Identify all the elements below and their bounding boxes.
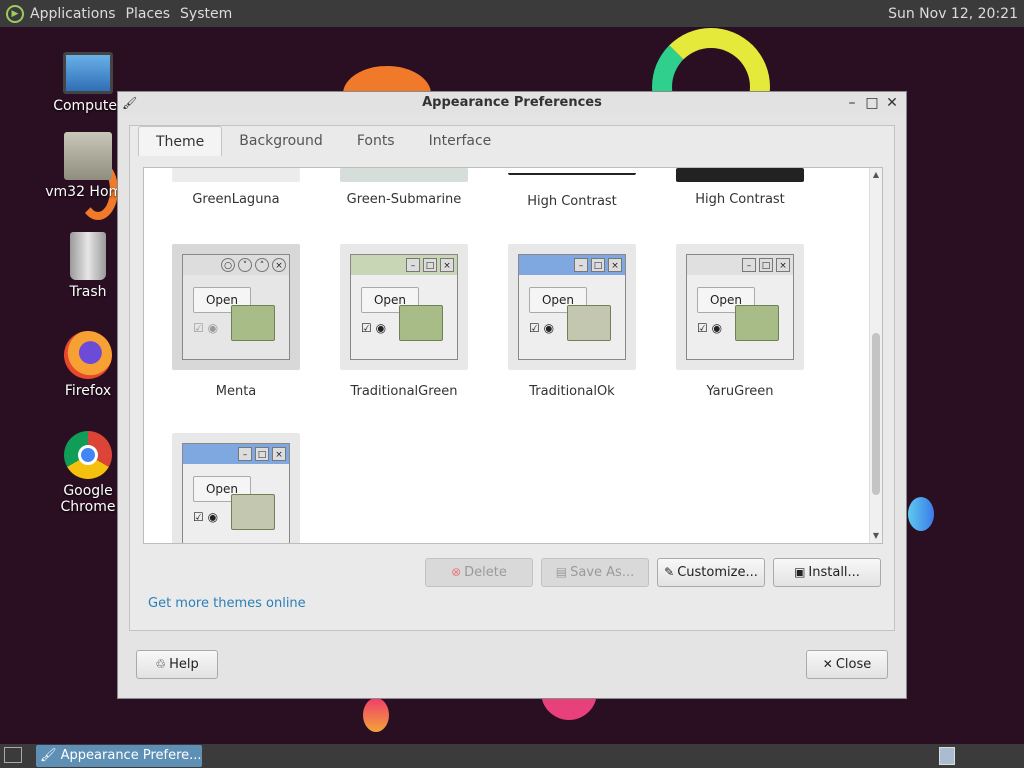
- checkbox-radio-icon: ☑ ◉: [361, 321, 387, 335]
- theme-item-high-contrast[interactable]: High Contrast: [492, 168, 652, 209]
- tab-content: Theme Background Fonts Interface GreenLa…: [129, 125, 895, 631]
- theme-thumbnail: – □ × Open ☑ ◉: [676, 244, 804, 370]
- theme-preview: – □ × Open ☑ ◉: [518, 254, 626, 360]
- computer-icon: [63, 52, 113, 94]
- taskbar-button-appearance[interactable]: 🖌 Appearance Prefere...: [36, 745, 202, 767]
- menu-places[interactable]: Places: [126, 6, 171, 22]
- delete-icon: ⊗: [451, 565, 462, 579]
- theme-preview: – □ × Open ☑ ◉: [686, 254, 794, 360]
- theme-item-traditionalok[interactable]: – □ × Open ☑ ◉ TraditionalOk: [492, 244, 652, 399]
- install-icon: ▣: [794, 565, 806, 579]
- menu-applications[interactable]: Applications: [30, 6, 116, 22]
- save-icon: ▤: [555, 565, 568, 579]
- theme-name: GreenLaguna: [192, 192, 280, 207]
- tab-interface[interactable]: Interface: [412, 126, 509, 156]
- theme-thumbnail: – □ × Open ☑ ◉: [508, 244, 636, 370]
- theme-name: YaruGreen: [706, 384, 774, 399]
- theme-item-greenlaguna[interactable]: GreenLaguna: [156, 168, 316, 207]
- theme-item-traditionalgreen[interactable]: – □ × Open ☑ ◉ TraditionalGreen: [324, 244, 484, 399]
- install-button[interactable]: ▣ Install...: [773, 558, 881, 587]
- install-button-label: Install...: [808, 565, 860, 580]
- show-desktop-icon[interactable]: [4, 747, 22, 763]
- theme-thumbnail: ○ ˅ ˄ × Open ☑ ◉: [172, 244, 300, 370]
- top-panel: ▶ Applications Places System Sun Nov 12,…: [0, 0, 1024, 27]
- checkbox-radio-icon: ☑ ◉: [697, 321, 723, 335]
- save-as-button-label: Save As...: [570, 565, 635, 580]
- folder-icon: [231, 494, 275, 530]
- bottom-panel: 🖌 Appearance Prefere...: [0, 744, 1024, 768]
- theme-item-yarugreen[interactable]: – □ × Open ☑ ◉ YaruGreen: [660, 244, 820, 399]
- theme-name: Menta: [215, 384, 257, 399]
- checkbox-radio-icon: ☑ ◉: [193, 321, 219, 335]
- theme-preview: – □ × Open ☑ ◉: [350, 254, 458, 360]
- checkbox-radio-icon: ☑ ◉: [193, 510, 219, 524]
- menu-system[interactable]: System: [180, 6, 232, 22]
- folder-icon: [735, 305, 779, 341]
- get-more-themes-link[interactable]: Get more themes online: [148, 596, 306, 611]
- help-button[interactable]: ♲ Help: [136, 650, 218, 679]
- tab-theme[interactable]: Theme: [138, 126, 223, 156]
- customize-button[interactable]: ✎ Customize...: [657, 558, 765, 587]
- theme-grid[interactable]: GreenLaguna Green-Submarine High Contras…: [143, 167, 883, 544]
- close-icon[interactable]: ✕: [884, 95, 900, 111]
- customize-icon: ✎: [664, 565, 675, 579]
- tab-background[interactable]: Background: [222, 126, 340, 156]
- folder-icon: [567, 305, 611, 341]
- maximize-icon[interactable]: □: [864, 95, 880, 111]
- distro-logo-icon[interactable]: ▶: [6, 4, 24, 23]
- appearance-window: 🖌 Appearance Preferences – □ ✕ Theme Bac…: [117, 91, 907, 699]
- theme-thumbnail: – □ × Open ☑ ◉: [172, 433, 300, 543]
- theme-preview: ○ ˅ ˄ × Open ☑ ◉: [182, 254, 290, 360]
- folder-icon: [231, 305, 275, 341]
- theme-name: TraditionalOk: [529, 384, 615, 399]
- window-titlebar[interactable]: 🖌 Appearance Preferences – □ ✕: [118, 92, 906, 113]
- customize-button-label: Customize...: [677, 565, 758, 580]
- theme-thumbnail: [676, 168, 804, 182]
- delete-button-label: Delete: [464, 565, 507, 580]
- theme-name: High Contrast: [695, 192, 785, 207]
- theme-thumbnail: [172, 168, 300, 182]
- minimize-icon[interactable]: –: [844, 95, 860, 111]
- wallpaper-shape: [908, 497, 934, 531]
- firefox-icon: [64, 331, 112, 379]
- trash-icon: [70, 232, 106, 280]
- theme-item-high-contrast-inverse[interactable]: High Contrast: [660, 168, 820, 207]
- home-folder-icon: [64, 132, 112, 180]
- save-as-button[interactable]: ▤ Save As...: [541, 558, 649, 587]
- taskbar-button-label: Appearance Prefere...: [60, 748, 202, 763]
- theme-preview: – □ × Open ☑ ◉: [182, 443, 290, 543]
- wallpaper-shape: [363, 698, 389, 732]
- chrome-icon: [64, 431, 112, 479]
- close-icon: ✕: [822, 657, 833, 671]
- theme-thumbnail: [508, 168, 636, 175]
- delete-button[interactable]: ⊗ Delete: [425, 558, 533, 587]
- scrollbar-thumb[interactable]: [872, 333, 880, 495]
- theme-grid-scrollbar[interactable]: ▲ ▼: [869, 168, 882, 543]
- theme-item-green-submarine[interactable]: Green-Submarine: [324, 168, 484, 207]
- clock[interactable]: Sun Nov 12, 20:21: [888, 6, 1018, 22]
- tab-bar: Theme Background Fonts Interface: [138, 126, 508, 156]
- close-button[interactable]: ✕ Close: [806, 650, 888, 679]
- scroll-up-icon[interactable]: ▲: [870, 168, 882, 182]
- theme-item-menta[interactable]: ○ ˅ ˄ × Open ☑ ◉ Menta: [156, 244, 316, 399]
- theme-thumbnail: [340, 168, 468, 182]
- theme-item-unnamed[interactable]: – □ × Open ☑ ◉: [156, 433, 316, 543]
- theme-name: Green-Submarine: [346, 192, 462, 207]
- tab-fonts[interactable]: Fonts: [340, 126, 412, 156]
- workspace-switcher[interactable]: [939, 747, 955, 765]
- window-title: Appearance Preferences: [422, 95, 602, 110]
- checkbox-radio-icon: ☑ ◉: [529, 321, 555, 335]
- theme-name: High Contrast: [527, 194, 617, 209]
- theme-name: TraditionalGreen: [350, 384, 458, 399]
- app-icon: 🖌: [40, 748, 61, 763]
- folder-icon: [399, 305, 443, 341]
- help-icon: ♲: [155, 657, 167, 671]
- help-button-label: Help: [169, 657, 199, 672]
- theme-thumbnail: – □ × Open ☑ ◉: [340, 244, 468, 370]
- scroll-down-icon[interactable]: ▼: [870, 529, 882, 543]
- close-button-label: Close: [835, 657, 872, 672]
